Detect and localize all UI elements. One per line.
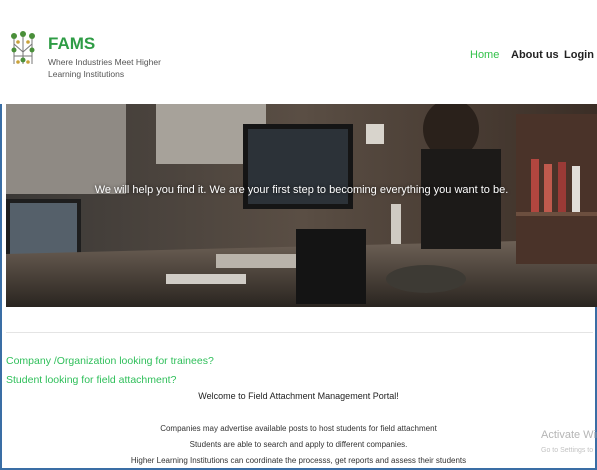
- activate-windows-subtext: Go to Settings to: [541, 447, 594, 454]
- site-header: FAMS Where Industries Meet Higher Learni…: [0, 0, 597, 104]
- activate-windows-watermark: Activate Win: [541, 429, 597, 441]
- nav-home[interactable]: Home: [470, 49, 499, 61]
- info-line-students: Students are able to search and apply to…: [189, 440, 408, 449]
- section-divider: [6, 332, 593, 333]
- logo-icon: [11, 31, 35, 64]
- brand-tagline: Where Industries Meet Higher Learning In…: [48, 57, 161, 79]
- info-line-institutions: Higher Learning Institutions can coordin…: [130, 456, 467, 465]
- student-question-link[interactable]: Student looking for field attachment?: [6, 374, 176, 386]
- hero-banner: We will help you find it. We are your fi…: [6, 104, 597, 307]
- company-question-link[interactable]: Company /Organization looking for traine…: [6, 355, 214, 367]
- hero-message: We will help you find it. We are your fi…: [94, 184, 509, 196]
- brand-name[interactable]: FAMS: [48, 34, 95, 54]
- nav-login[interactable]: Login: [564, 49, 594, 61]
- info-line-companies: Companies may advertise available posts …: [160, 424, 437, 433]
- hero-background-image: [6, 104, 597, 307]
- nav-about-us[interactable]: About us: [511, 49, 559, 61]
- welcome-text: Welcome to Field Attachment Management P…: [198, 391, 399, 401]
